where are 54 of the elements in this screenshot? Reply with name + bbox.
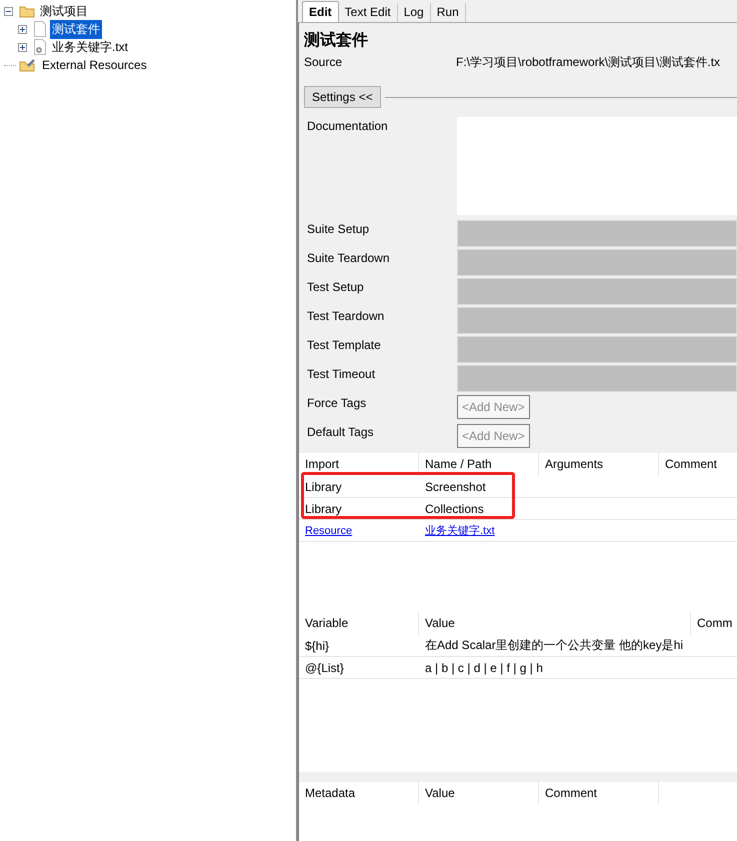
folder-icon <box>19 4 35 18</box>
column-header: Value <box>419 612 691 635</box>
setting-label: Suite Setup <box>307 221 370 236</box>
setting-label: Test Teardown <box>307 308 386 323</box>
setting-field[interactable] <box>457 365 737 392</box>
table-cell-text: Screenshot <box>424 480 487 494</box>
setting-label: Suite Teardown <box>307 250 390 265</box>
file-gear-icon <box>33 39 47 55</box>
table-cell-text: Library <box>304 480 343 494</box>
source-label: Source <box>304 55 344 69</box>
suite-title: 测试套件 <box>304 30 369 51</box>
tab[interactable]: Run <box>430 3 466 22</box>
import-link[interactable]: 业务关键字.txt <box>419 523 539 538</box>
column-header: Comment <box>659 453 737 476</box>
tree-item[interactable]: External Resources <box>40 57 149 73</box>
tab[interactable]: Edit <box>302 1 339 22</box>
table-cell-text: a | b | c | d | e | f | g | h <box>424 660 544 674</box>
table-cell-text: ${hi} <box>304 638 330 652</box>
tree-item[interactable]: 测试项目 <box>38 2 90 20</box>
folder-wrench-icon <box>19 58 37 72</box>
setting-label: Force Tags <box>307 395 368 410</box>
column-header: Variable <box>299 612 419 635</box>
setting-label: Test Template <box>307 337 382 352</box>
expand-icon[interactable] <box>18 24 30 34</box>
expand-icon[interactable] <box>18 42 30 52</box>
setting-label: Documentation <box>307 118 389 133</box>
setting-field[interactable] <box>457 220 737 247</box>
import-link[interactable]: Resource <box>299 524 419 536</box>
table-cell-text: Library <box>304 502 343 516</box>
file-icon <box>33 21 47 37</box>
column-header: Comment <box>539 782 659 805</box>
tree-item[interactable]: 测试套件 <box>50 20 102 38</box>
table-cell-text: @{List} <box>304 660 345 674</box>
setting-label: Test Setup <box>307 279 365 294</box>
source-path: F:\学习项目\robotframework\测试项目\测试套件.tx <box>456 54 720 70</box>
column-header: Metadata <box>299 782 419 805</box>
setting-label: Test Timeout <box>307 366 376 381</box>
setting-field[interactable] <box>457 307 737 334</box>
column-header: Value <box>419 782 539 805</box>
column-header: Comm <box>691 612 737 635</box>
table-cell-text: 在Add Scalar里创建的一个公共变量 他的key是hi <box>424 637 684 654</box>
table-cell-text: Collections <box>424 502 485 516</box>
setting-field[interactable] <box>457 249 737 276</box>
tab[interactable]: Log <box>398 3 431 22</box>
tree-item[interactable]: 业务关键字.txt <box>50 38 130 56</box>
setting-field[interactable] <box>457 278 737 305</box>
column-header: Arguments <box>539 453 659 476</box>
setting-field[interactable] <box>457 336 737 363</box>
column-header: Name / Path <box>419 453 539 476</box>
tab[interactable]: Text Edit <box>338 3 398 22</box>
settings-toggle-button[interactable]: Settings << <box>304 86 381 108</box>
collapse-icon[interactable] <box>4 6 16 16</box>
setting-label: Default Tags <box>307 424 374 439</box>
column-header: Import <box>299 453 419 476</box>
